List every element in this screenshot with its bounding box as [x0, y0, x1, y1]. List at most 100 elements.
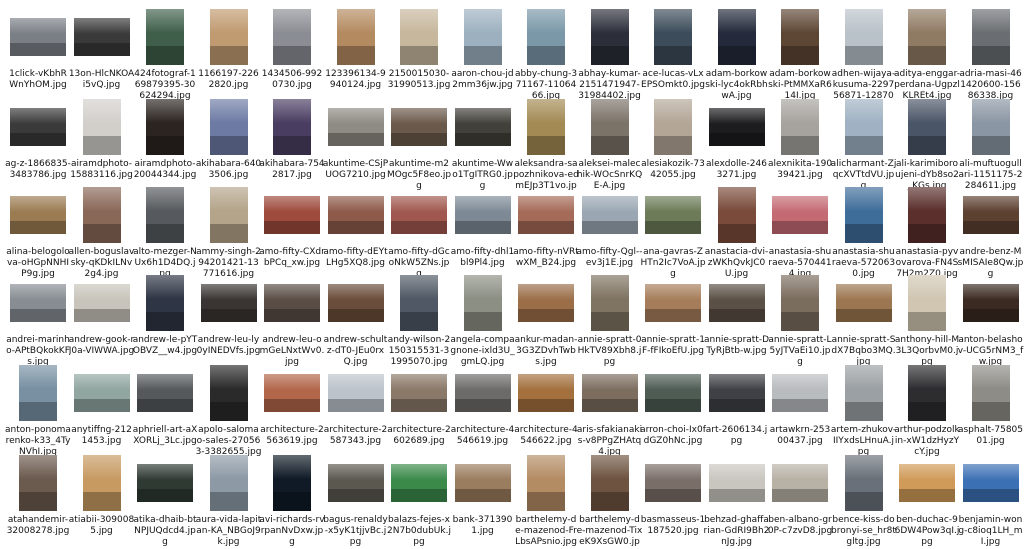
file-thumbnail[interactable] — [82, 187, 121, 243]
file-thumbnail[interactable] — [264, 374, 320, 412]
file-thumbnail[interactable] — [518, 284, 574, 322]
file-thumbnail[interactable] — [581, 196, 638, 234]
file-thumbnail[interactable] — [10, 196, 66, 234]
file-thumbnail[interactable] — [908, 9, 946, 65]
file-thumbnail[interactable] — [327, 108, 384, 146]
file-thumbnail[interactable] — [844, 9, 883, 65]
file-thumbnail[interactable] — [908, 99, 946, 155]
file-thumbnail[interactable] — [137, 374, 193, 412]
file-thumbnail[interactable] — [518, 374, 574, 412]
file-thumbnail[interactable] — [336, 9, 375, 65]
file-thumbnail[interactable] — [590, 455, 629, 511]
file-thumbnail[interactable] — [581, 374, 638, 412]
file-thumbnail[interactable] — [971, 365, 1010, 421]
file-thumbnail[interactable] — [391, 374, 447, 412]
file-thumbnail[interactable] — [908, 275, 946, 331]
file-thumbnail[interactable] — [19, 365, 57, 421]
file-thumbnail[interactable] — [264, 284, 320, 322]
file-thumbnail[interactable] — [908, 187, 946, 243]
file-thumbnail[interactable] — [19, 455, 57, 511]
file-thumbnail[interactable] — [146, 187, 184, 243]
file-thumbnail[interactable] — [264, 196, 320, 234]
file-thumbnail[interactable] — [708, 284, 765, 322]
file-thumbnail[interactable] — [518, 196, 574, 234]
file-thumbnail[interactable] — [844, 99, 883, 155]
file-name: 13on-HlcNKOAi5vQ.jpg — [68, 69, 135, 90]
file-thumbnail[interactable] — [10, 18, 66, 56]
file-thumbnail[interactable] — [463, 9, 502, 65]
file-thumbnail[interactable] — [772, 196, 828, 234]
file-thumbnail[interactable] — [209, 9, 248, 65]
file-thumbnail[interactable] — [463, 275, 502, 331]
file-thumbnail[interactable] — [708, 464, 765, 502]
file-thumbnail[interactable] — [527, 455, 565, 511]
file-thumbnail[interactable] — [454, 196, 511, 234]
file-thumbnail[interactable] — [844, 455, 883, 511]
file-thumbnail[interactable] — [781, 99, 819, 155]
file-thumbnail[interactable] — [844, 187, 883, 243]
file-thumbnail[interactable] — [146, 9, 184, 65]
file-thumbnail[interactable] — [835, 284, 892, 322]
file-thumbnail[interactable] — [209, 455, 248, 511]
file-thumbnail[interactable] — [146, 99, 184, 155]
file-thumbnail[interactable] — [10, 284, 66, 322]
file-thumbnail[interactable] — [708, 108, 765, 146]
file-thumbnail[interactable] — [908, 365, 946, 421]
file-thumbnail[interactable] — [391, 464, 447, 502]
file-name: ace-lucas-vLxEPSOmkt0.jpg — [641, 69, 705, 90]
file-thumbnail[interactable] — [654, 9, 692, 65]
file-thumbnail[interactable] — [772, 374, 828, 412]
file-thumbnail[interactable] — [971, 99, 1010, 155]
file-thumbnail[interactable] — [454, 108, 511, 146]
file-thumbnail[interactable] — [273, 99, 311, 155]
file-name: amo-fifty-CXdrbPCq_xw.jpg — [259, 247, 325, 268]
file-thumbnail[interactable] — [645, 196, 701, 234]
file-thumbnail[interactable] — [391, 196, 447, 234]
file-thumbnail[interactable] — [327, 196, 384, 234]
file-thumbnail[interactable] — [273, 9, 311, 65]
file-thumbnail[interactable] — [645, 284, 701, 322]
file-thumbnail[interactable] — [209, 99, 248, 155]
file-thumbnail[interactable] — [327, 374, 384, 412]
file-thumbnail[interactable] — [527, 9, 565, 65]
file-thumbnail[interactable] — [654, 99, 692, 155]
file-thumbnail[interactable] — [772, 464, 828, 502]
file-thumbnail[interactable] — [590, 9, 629, 65]
file-thumbnail[interactable] — [454, 464, 511, 502]
file-thumbnail[interactable] — [454, 374, 511, 412]
file-thumbnail[interactable] — [962, 284, 1019, 322]
file-name: architecture-2563619.jpg — [260, 425, 324, 446]
file-thumbnail[interactable] — [781, 275, 819, 331]
file-thumbnail[interactable] — [10, 108, 66, 146]
file-thumbnail[interactable] — [73, 18, 130, 56]
file-thumbnail[interactable] — [527, 99, 565, 155]
file-thumbnail[interactable] — [73, 284, 130, 322]
file-thumbnail[interactable] — [962, 464, 1019, 502]
file-thumbnail[interactable] — [844, 365, 883, 421]
file-thumbnail[interactable] — [590, 275, 629, 331]
file-thumbnail[interactable] — [273, 455, 311, 511]
file-thumbnail[interactable] — [899, 464, 955, 502]
file-thumbnail[interactable] — [400, 275, 438, 331]
file-thumbnail[interactable] — [590, 99, 629, 155]
file-thumbnail[interactable] — [400, 9, 438, 65]
file-thumbnail[interactable] — [645, 464, 701, 502]
file-thumbnail[interactable] — [971, 9, 1010, 65]
file-thumbnail[interactable] — [717, 9, 756, 65]
file-thumbnail[interactable] — [327, 464, 384, 502]
file-thumbnail[interactable] — [82, 99, 121, 155]
file-thumbnail[interactable] — [200, 284, 257, 322]
file-thumbnail[interactable] — [781, 9, 819, 65]
file-thumbnail[interactable] — [717, 187, 756, 243]
file-thumbnail[interactable] — [137, 464, 193, 502]
file-thumbnail[interactable] — [708, 374, 765, 412]
file-thumbnail[interactable] — [82, 455, 121, 511]
file-thumbnail[interactable] — [209, 365, 248, 421]
file-thumbnail[interactable] — [391, 108, 447, 146]
file-thumbnail[interactable] — [146, 275, 184, 331]
file-thumbnail[interactable] — [73, 374, 130, 412]
file-thumbnail[interactable] — [327, 284, 384, 322]
file-thumbnail[interactable] — [962, 196, 1019, 234]
file-thumbnail[interactable] — [209, 187, 248, 243]
file-thumbnail[interactable] — [645, 374, 701, 412]
